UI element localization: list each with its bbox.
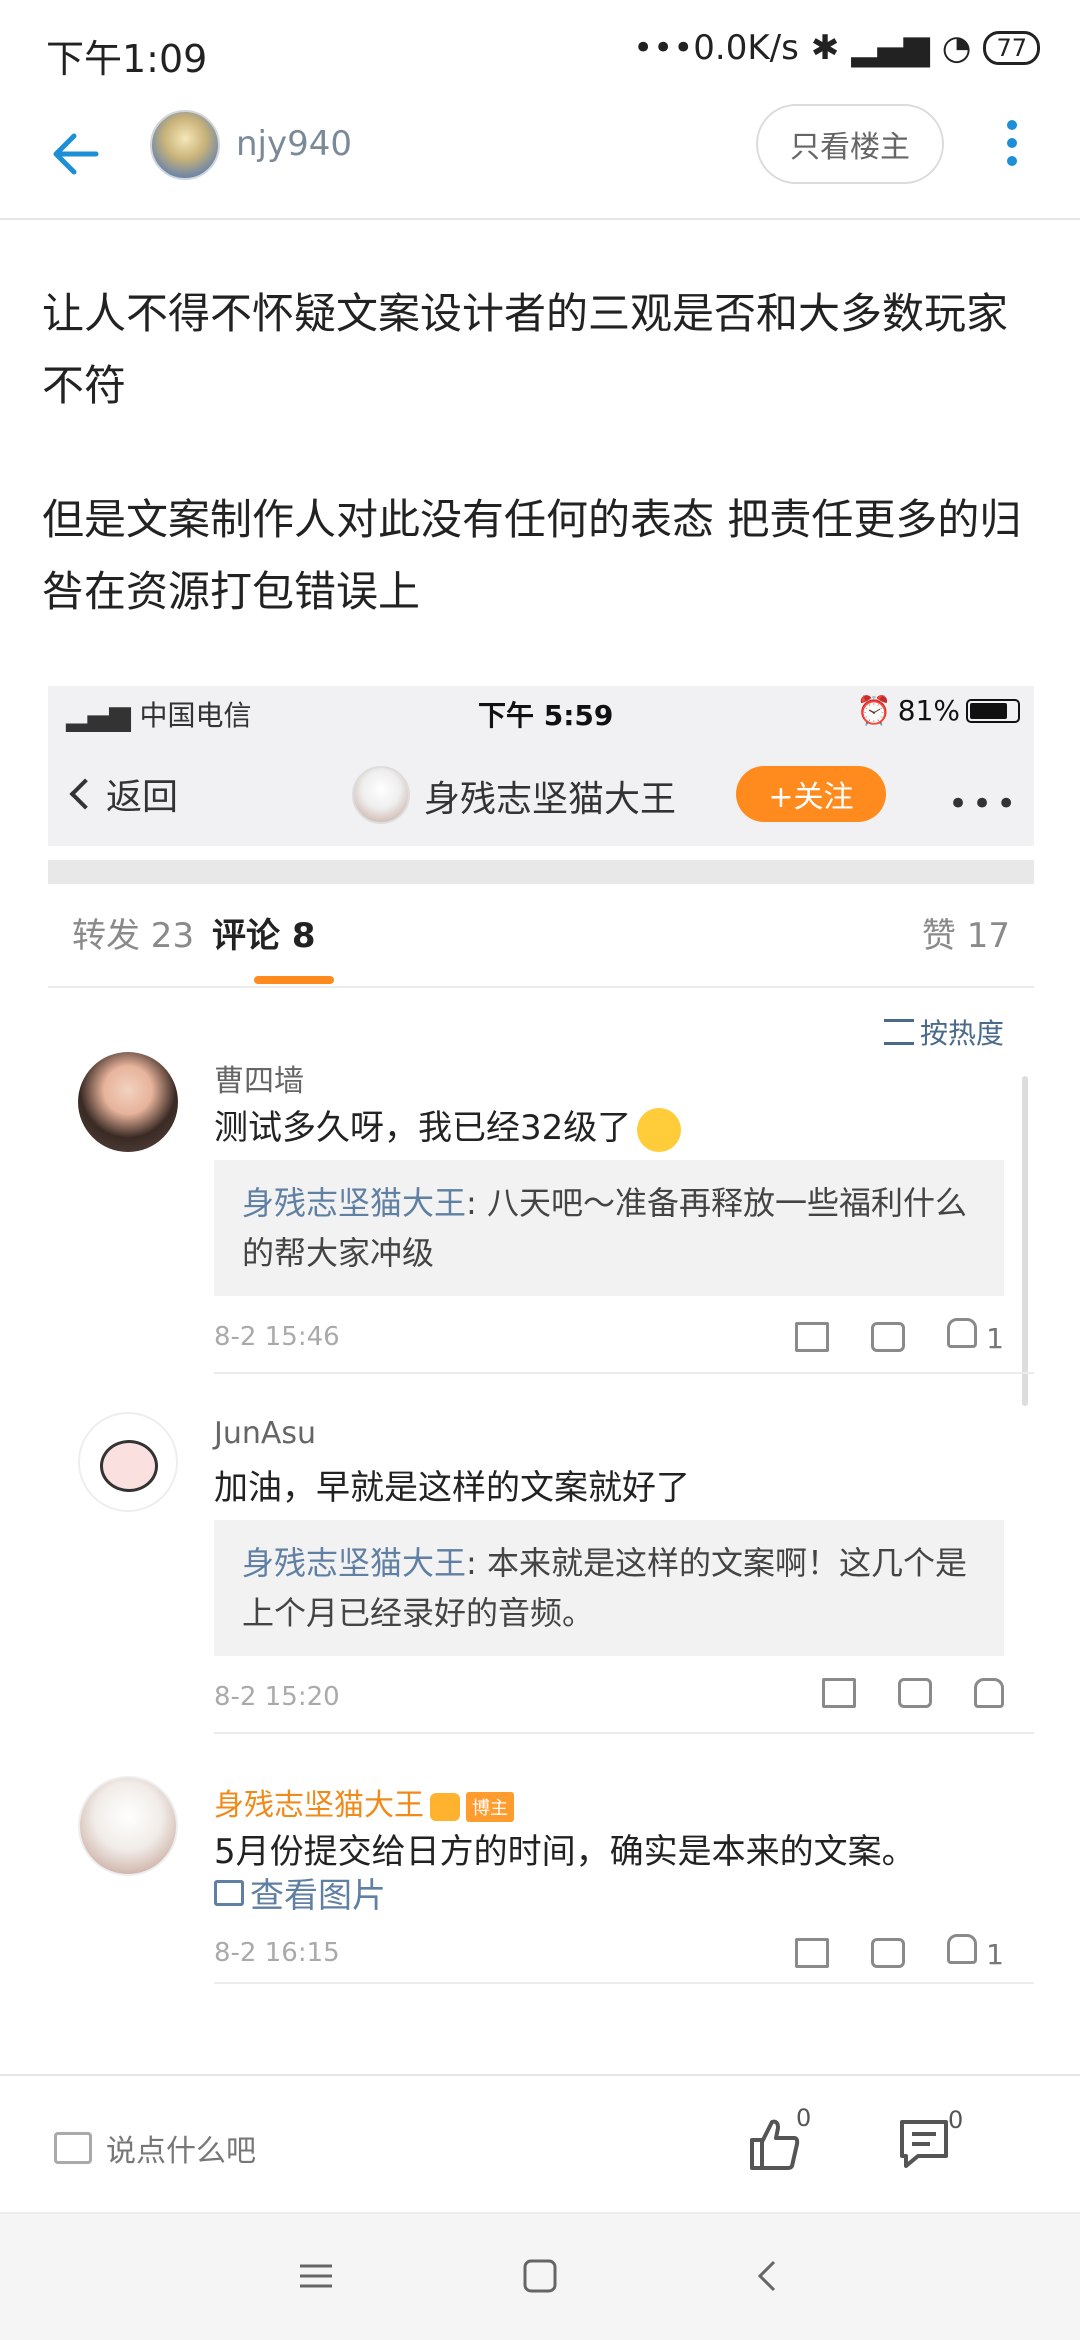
commenter-avatar — [78, 1776, 178, 1876]
sort-label: 按热度 — [919, 1017, 1004, 1050]
comment-item: JunAsu 加油，早就是这样的文案就好了 身残志坚猫大王: 本来就是这样的文案… — [48, 1412, 1034, 1734]
crown-icon — [430, 1792, 460, 1821]
system-nav-bar — [0, 2212, 1080, 2340]
commenter-name: 曹四墙 — [214, 1064, 304, 1099]
follow-button: +关注 — [736, 766, 886, 822]
commenter-name: JunAsu — [214, 1416, 317, 1451]
comment-text: 加油，早就是这样的文案就好了 — [214, 1468, 690, 1508]
menu-icon[interactable] — [296, 2256, 336, 2296]
only-op-button[interactable]: 只看楼主 — [756, 104, 944, 184]
back-arrow-icon[interactable] — [44, 124, 104, 184]
commenter-avatar — [78, 1412, 178, 1512]
embedded-screenshot[interactable]: ▂▄▆ 中国电信 下午 5:59 ⏰ 81% 返回 身残志坚猫大王 +关注 ••… — [48, 686, 1034, 2064]
divider — [48, 860, 1034, 884]
more-options-icon[interactable] — [1000, 114, 1024, 178]
comment-item: 身残志坚猫大王 博主 5月份提交给日方的时间，确实是本来的文案。 查看图片 8-2… — [48, 1776, 1034, 1984]
like-count: 1 — [986, 1322, 1004, 1355]
more-dots-icon: ••• — [948, 784, 1021, 824]
status-time: 下午1:09 — [46, 37, 208, 81]
comment-time: 8-2 16:15 — [214, 1938, 340, 1968]
author-tag: 博主 — [466, 1791, 514, 1822]
tab-repost: 转发 23 — [72, 916, 195, 956]
status-right: •••0.0K/s ✱ ▂▄▆ ◔ 77 — [633, 28, 1040, 68]
comment-divider — [214, 1732, 1034, 1734]
net-speed: •••0.0K/s — [633, 28, 799, 68]
comment-count: 0 — [948, 2106, 964, 2134]
image-icon — [214, 1879, 244, 1906]
embedded-back-button: 返回 — [69, 768, 179, 820]
post-paragraph-1: 让人不得不怀疑文案设计者的三观是否和大多数玩家不符 — [42, 289, 1009, 410]
reply-author: 身残志坚猫大王 — [242, 1184, 467, 1222]
status-bar: 下午1:09 •••0.0K/s ✱ ▂▄▆ ◔ 77 — [0, 0, 1080, 100]
alarm-icon: ⏰ — [856, 694, 892, 727]
comment-divider — [214, 1372, 1034, 1374]
embedded-header: 返回 身残志坚猫大王 +关注 ••• — [48, 742, 1034, 846]
post-paragraph-2: 但是文案制作人对此没有任何的表态 把责任更多的归咎在资源打包错误上 — [42, 495, 1022, 616]
thumbs-up-icon — [750, 2119, 800, 2170]
signal-icon: ▂▄▆ — [851, 28, 930, 68]
view-image-label: 查看图片 — [250, 1876, 386, 1916]
wifi-icon: ◔ — [941, 28, 972, 68]
commenter-name: 身残志坚猫大王 — [214, 1788, 424, 1823]
back-label: 返回 — [106, 777, 179, 818]
sort-icon — [883, 1019, 914, 1045]
comment-item: 曹四墙 测试多久呀，我已经32级了 身残志坚猫大王: 八天吧～准备再释放一些福利… — [48, 1052, 1034, 1374]
share-icon — [795, 1321, 830, 1352]
comment-time: 8-2 15:46 — [214, 1322, 340, 1352]
back-icon[interactable] — [748, 2256, 788, 2296]
comment-bubble-icon — [54, 2132, 92, 2164]
comment-input[interactable]: 说点什么吧 — [54, 2126, 256, 2170]
embedded-status-bar: ▂▄▆ 中国电信 下午 5:59 ⏰ 81% — [48, 686, 1034, 742]
user-avatar[interactable] — [150, 110, 220, 180]
battery-icon: 77 — [983, 31, 1040, 65]
thumbs-up-icon — [947, 1934, 978, 1964]
comment-divider — [214, 1982, 1034, 1984]
top-nav: njy940 只看楼主 — [0, 100, 1080, 220]
share-icon — [822, 1678, 856, 1708]
active-tab-indicator — [254, 976, 334, 984]
comment-placeholder: 说点什么吧 — [106, 2134, 256, 2169]
thumbs-up-icon — [947, 1318, 978, 1348]
reply-author: 身残志坚猫大王 — [242, 1544, 467, 1582]
like-count: 0 — [796, 2104, 812, 2132]
tab-comments: 评论 8 — [212, 916, 316, 956]
share-icon — [795, 1937, 830, 1968]
comment-bar: 说点什么吧 0 0 — [0, 2074, 1080, 2212]
embedded-author-name: 身残志坚猫大王 — [424, 779, 677, 820]
bluetooth-icon: ✱ — [810, 28, 840, 68]
embedded-avatar — [352, 766, 410, 824]
embedded-battery: 81% — [897, 694, 960, 727]
comment-text: 测试多久呀，我已经32级了 — [214, 1108, 632, 1148]
view-image-link: 查看图片 — [214, 1868, 386, 1917]
reply-box: 身残志坚猫大王: 八天吧～准备再释放一些福利什么的帮大家冲级 — [214, 1160, 1004, 1296]
embedded-time: 下午 5:59 — [478, 699, 614, 732]
chevron-left-icon — [69, 778, 101, 810]
embedded-signal-icon: ▂▄▆ — [66, 699, 140, 732]
reply-icon — [898, 1678, 932, 1708]
sort-by-hot: 按热度 — [883, 1012, 1004, 1052]
comment-actions: 1 — [795, 1934, 1004, 1971]
comment-actions — [822, 1678, 1004, 1708]
pig-icon — [100, 1440, 158, 1492]
comment-text: 5月份提交给日方的时间，确实是本来的文案。 — [214, 1832, 916, 1872]
comment-icon — [900, 2120, 948, 2168]
reply-icon — [871, 1321, 906, 1352]
username[interactable]: njy940 — [236, 124, 352, 164]
thumbs-up-icon — [974, 1678, 1004, 1708]
comments-button[interactable]: 0 — [896, 2106, 963, 2172]
like-count: 1 — [986, 1938, 1004, 1971]
embedded-tabs: 转发 23 评论 8 赞 17 — [48, 884, 1034, 988]
commenter-avatar — [78, 1052, 178, 1152]
home-icon[interactable] — [520, 2256, 560, 2296]
like-button[interactable]: 0 — [744, 2104, 811, 2174]
embedded-battery-icon — [966, 698, 1020, 723]
reply-icon — [871, 1937, 906, 1968]
comment-time: 8-2 15:20 — [214, 1682, 340, 1712]
comment-actions: 1 — [795, 1318, 1004, 1355]
embedded-carrier: 中国电信 — [139, 699, 252, 732]
tab-likes: 赞 17 — [921, 916, 1010, 956]
reply-box: 身残志坚猫大王: 本来就是这样的文案啊！这几个是上个月已经录好的音频。 — [214, 1520, 1004, 1656]
emoji-icon — [637, 1107, 682, 1152]
